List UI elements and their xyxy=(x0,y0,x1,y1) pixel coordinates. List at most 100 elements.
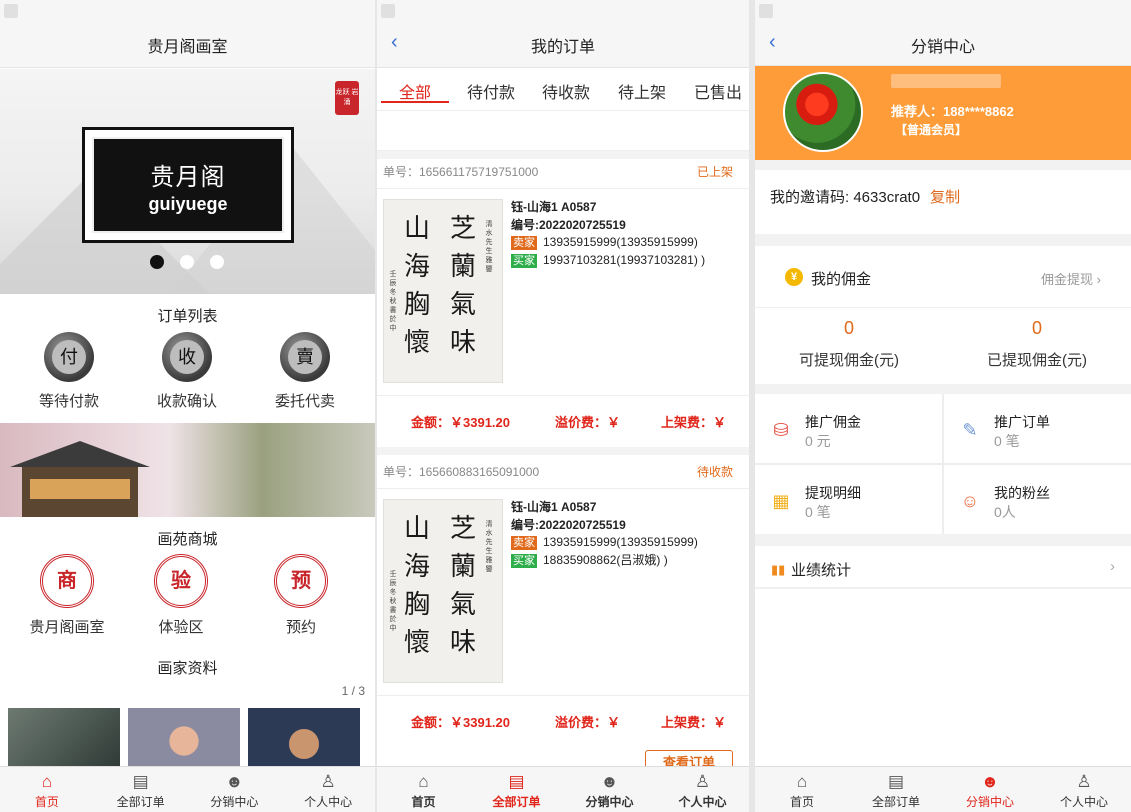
mall-banner[interactable] xyxy=(0,423,375,517)
artist-photo[interactable] xyxy=(248,708,360,768)
calligraphy-column: 芝蘭氣味 xyxy=(449,514,476,658)
tab-profile[interactable]: ♙ 个人中心 xyxy=(656,771,749,810)
tab-distribution[interactable]: ☻ 分销中心 xyxy=(563,771,656,810)
performance-label: 业绩统计 xyxy=(791,562,852,579)
grid-title: 我的粉丝 xyxy=(994,485,1050,501)
tab-pending-payment[interactable]: 待付款 xyxy=(467,79,515,103)
calligraphy-inscription: 清水先生雅鑒 xyxy=(485,521,493,573)
users-icon: ☻ xyxy=(600,772,619,791)
users-icon: ☻ xyxy=(225,772,244,791)
order-info: 钰-山海1 A0587 编号:2022020725519 卖家 139359159… xyxy=(511,499,741,569)
tab-all-orders[interactable]: ▤ 全部订单 xyxy=(470,771,563,810)
order-card[interactable]: 单号：165660883165091000 待收款 芝蘭氣味 山海胸懷 清水先生… xyxy=(377,451,749,747)
performance-row[interactable]: ▮▮ 业绩统计 › xyxy=(755,546,1131,588)
order-listing-fee: 上架费：￥ xyxy=(661,415,727,430)
carousel-dot[interactable] xyxy=(210,255,224,269)
artwork-thumbnail[interactable]: 芝蘭氣味 山海胸懷 清水先生雅鑒 壬辰冬秋書於中 xyxy=(383,499,503,683)
withdrawn-value: 0 xyxy=(1031,318,1042,338)
copy-button[interactable]: 复制 xyxy=(930,189,960,206)
artwork-name: 钰-山海1 A0587 xyxy=(511,500,597,514)
tab-all-orders[interactable]: ▤ 全部订单 xyxy=(849,771,943,810)
carousel-dots[interactable] xyxy=(150,255,240,274)
fans-icon: ☺ xyxy=(960,491,980,511)
grid-value: 0 笔 xyxy=(994,433,1020,449)
shortcut-shop[interactable]: 商 贵月阁画室 xyxy=(12,554,122,637)
tab-home[interactable]: ⌂ 首页 xyxy=(755,771,849,810)
grid-value: 0人 xyxy=(994,504,1016,520)
tab-pending-listing[interactable]: 待上架 xyxy=(618,79,666,103)
home-icon: ⌂ xyxy=(796,772,808,791)
order-header: 单号：165660883165091000 待收款 xyxy=(377,451,749,489)
tab-home[interactable]: ⌂ 首页 xyxy=(377,771,470,810)
tab-sold[interactable]: 已售出 xyxy=(694,79,742,103)
status-square-icon xyxy=(4,4,18,18)
section-title-mall: 画苑商城 xyxy=(157,531,218,548)
grid-promo-orders[interactable]: ✎ 推广订单 0 笔 xyxy=(944,394,1131,463)
experience-seal-icon: 验 xyxy=(154,554,208,608)
shortcut-label: 收款确认 xyxy=(156,393,217,410)
invite-code-row: 我的邀请码: 4633crat0 复制 xyxy=(755,170,1131,234)
shortcut-reserve[interactable]: 预 预约 xyxy=(246,554,356,637)
stats-grid: ⛁ 推广佣金 0 元 ✎ 推广订单 0 笔 ▦ 提现明细 0 笔 ☺ 我的粉丝 … xyxy=(755,394,1131,534)
order-card[interactable]: 单号：165661175719751000 已上架 芝蘭氣味 山海胸懷 清水先生… xyxy=(377,151,749,447)
tab-distribution[interactable]: ☻ 分销中心 xyxy=(943,771,1037,810)
order-footer: 金额：￥3391.20 溢价费：￥ 上架费：￥ xyxy=(377,395,749,447)
reserve-seal-icon: 预 xyxy=(274,554,328,608)
home-header: 贵月阁画室 xyxy=(0,0,375,68)
avatar[interactable] xyxy=(783,72,863,152)
coins-icon: ⛁ xyxy=(773,420,789,440)
home-screen: 贵月阁画室 龙跃 岩涌 贵月阁 guiyuege 订单列表 付 等待付款 收 收… xyxy=(0,0,375,812)
artist-photo[interactable] xyxy=(8,708,120,768)
referrer: 推荐人：188****8862 xyxy=(891,104,1014,119)
order-edit-icon: ✎ xyxy=(962,420,978,440)
section-title-orders: 订单列表 xyxy=(157,308,218,325)
grid-withdraw-details[interactable]: ▦ 提现明细 0 笔 xyxy=(755,465,942,534)
section-title-artists: 画家资料 xyxy=(157,660,218,677)
seller-phone: 13935915999(13935915999) xyxy=(543,235,698,249)
grid-promo-commission[interactable]: ⛁ 推广佣金 0 元 xyxy=(755,394,942,463)
seller-tag: 卖家 xyxy=(511,536,537,550)
withdrawn-label: 已提现佣金(元) xyxy=(987,352,1087,369)
shortcut-experience[interactable]: 验 体验区 xyxy=(126,554,236,637)
calligraphy-column: 芝蘭氣味 xyxy=(449,214,476,358)
order-tabs: 全部 待付款 待收款 待上架 已售出 xyxy=(377,69,749,111)
tab-all[interactable]: 全部 xyxy=(399,79,431,103)
person-icon: ♙ xyxy=(694,772,711,791)
commission-title: 我的佣金 xyxy=(811,271,872,288)
grid-value: 0 元 xyxy=(805,433,831,449)
orders-screen: ‹ 我的订单 全部 待付款 待收款 待上架 已售出 单号：16566117571… xyxy=(377,0,749,812)
banner-name-en: guiyuege xyxy=(148,194,228,214)
commission-card: ¥ 我的佣金 佣金提现 › 0 可提现佣金(元) 0 已提现佣金(元) xyxy=(755,246,1131,384)
page-title: 分销中心 xyxy=(910,39,975,56)
home-icon: ⌂ xyxy=(418,772,429,791)
order-premium: 溢价费：￥ xyxy=(555,415,621,430)
tab-profile[interactable]: ♙ 个人中心 xyxy=(281,771,375,810)
calendar-icon: ▦ xyxy=(772,491,790,511)
shortcut-label: 等待付款 xyxy=(38,393,99,410)
shortcut-payment-confirm[interactable]: 收 收款确认 xyxy=(132,332,242,411)
empty-area xyxy=(755,589,1131,766)
shortcut-label: 委托代卖 xyxy=(274,393,335,410)
bottom-tabbar: ⌂ 首页 ▤ 全部订单 ☻ 分销中心 ♙ 个人中心 xyxy=(377,766,749,812)
shortcut-pay-pending[interactable]: 付 等待付款 xyxy=(14,332,124,411)
artist-photo[interactable] xyxy=(128,708,240,768)
tab-pending-receipt[interactable]: 待收款 xyxy=(542,79,590,103)
person-icon: ♙ xyxy=(1076,772,1092,791)
order-status: 已上架 xyxy=(696,165,733,179)
tab-all-orders[interactable]: ▤ 全部订单 xyxy=(94,771,188,810)
carousel-dot[interactable] xyxy=(150,255,164,269)
shortcut-consignment[interactable]: 賣 委托代卖 xyxy=(250,332,360,411)
seller-phone: 13935915999(13935915999) xyxy=(543,535,698,549)
artwork-code: 编号:2022020725519 xyxy=(511,217,626,232)
grid-my-fans[interactable]: ☺ 我的粉丝 0人 xyxy=(944,465,1131,534)
available-commission: 0 可提现佣金(元) xyxy=(755,318,943,370)
carousel-dot[interactable] xyxy=(180,255,194,269)
artwork-thumbnail[interactable]: 芝蘭氣味 山海胸懷 清水先生雅鑒 壬辰冬秋書於中 xyxy=(383,199,503,383)
home-icon: ⌂ xyxy=(41,772,53,791)
withdraw-link[interactable]: 佣金提现 › xyxy=(1041,269,1101,288)
buyer-tag: 买家 xyxy=(511,253,537,268)
tab-home[interactable]: ⌂ 首页 xyxy=(0,771,94,810)
tab-profile[interactable]: ♙ 个人中心 xyxy=(1037,771,1131,810)
home-banner[interactable]: 龙跃 岩涌 贵月阁 guiyuege xyxy=(0,69,375,294)
tab-distribution[interactable]: ☻ 分销中心 xyxy=(188,771,282,810)
